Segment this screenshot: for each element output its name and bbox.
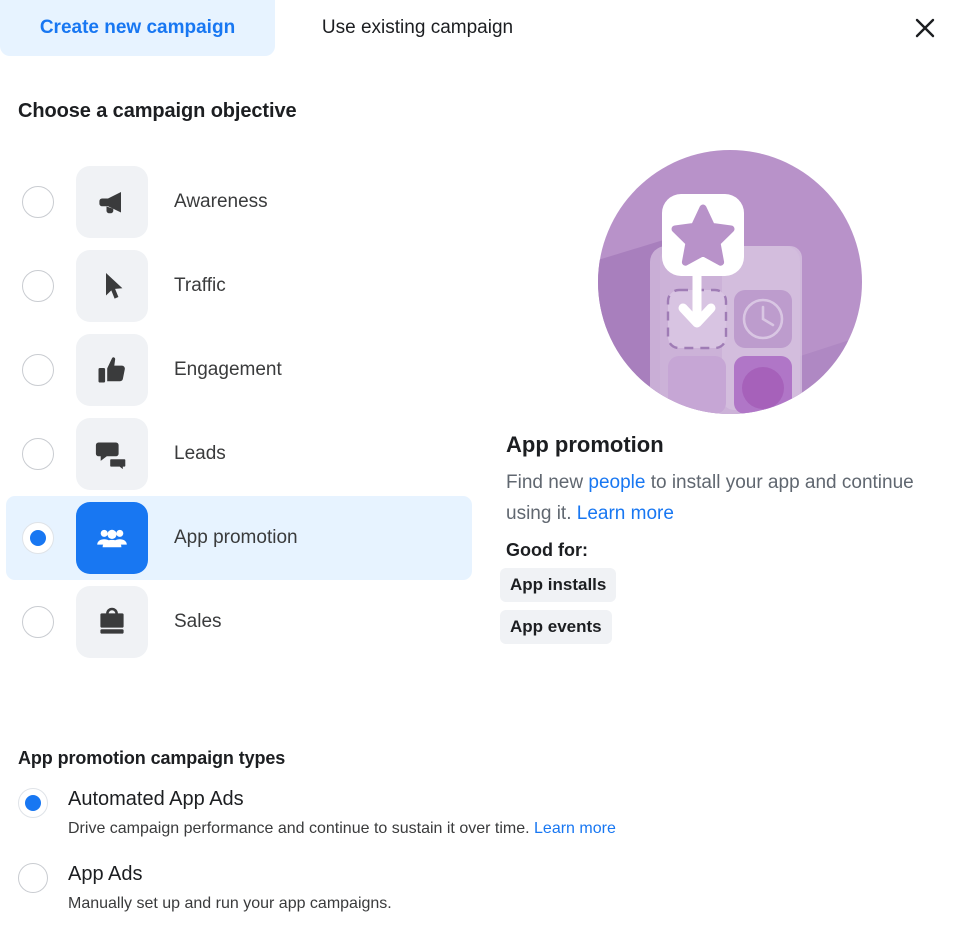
objective-row-traffic[interactable]: Traffic [6,244,472,328]
close-icon [914,17,936,39]
tab-create-new-campaign[interactable]: Create new campaign [0,0,275,56]
tab-use-existing-campaign-label: Use existing campaign [321,17,514,38]
page-title: Choose a campaign objective [18,100,297,122]
objective-row-sales[interactable]: Sales [6,580,472,664]
thumbs-up-icon [76,334,148,406]
chip-app-installs: App installs [500,568,617,602]
tab-create-new-campaign-label: Create new campaign [39,17,236,38]
automated-app-ads-learn-more-link[interactable]: Learn more [534,820,616,837]
campaign-objective-dialog: Create new campaign Use existing campaig… [0,0,960,946]
radio-automated-app-ads[interactable] [18,788,48,818]
preview-desc-text-1: Find new [506,472,589,493]
preview-description: Find new people to install your app and … [506,467,918,529]
campaign-type-row-automated-app-ads[interactable]: Automated App Ads Drive campaign perform… [18,786,818,839]
radio-awareness[interactable] [22,186,54,218]
objective-label: Awareness [174,191,268,212]
objective-preview-panel: App promotion Find new people to install… [490,150,940,652]
objective-list: Awareness Traffic Engagement Leads App p… [0,160,480,664]
good-for-label: Good for: [506,540,588,560]
learn-more-link[interactable]: Learn more [577,503,674,524]
campaign-type-text: Automated App Ads Drive campaign perform… [68,786,616,839]
campaign-type-description: Manually set up and run your app campaig… [68,895,392,912]
campaign-types-list: Automated App Ads Drive campaign perform… [18,786,818,936]
objective-label: Traffic [174,275,226,296]
tab-bar: Create new campaign Use existing campaig… [0,0,960,56]
campaign-type-name: App Ads [68,863,143,885]
campaign-type-description: Drive campaign performance and continue … [68,818,616,839]
campaign-types-heading: App promotion campaign types [18,748,286,768]
objective-label: Engagement [174,359,282,380]
objective-row-engagement[interactable]: Engagement [6,328,472,412]
objective-row-app-promotion[interactable]: App promotion [6,496,472,580]
people-group-icon [76,502,148,574]
objective-label: App promotion [174,527,298,548]
radio-engagement[interactable] [22,354,54,386]
speech-bubbles-icon [76,418,148,490]
app-promotion-illustration [598,150,862,414]
objective-label: Sales [174,611,222,632]
campaign-type-desc-text: Drive campaign performance and continue … [68,820,535,837]
radio-leads[interactable] [22,438,54,470]
radio-app-ads[interactable] [18,863,48,893]
radio-sales[interactable] [22,606,54,638]
campaign-type-text: App Ads Manually set up and run your app… [68,861,392,914]
briefcase-icon [76,586,148,658]
objective-row-awareness[interactable]: Awareness [6,160,472,244]
tab-use-existing-campaign[interactable]: Use existing campaign [275,0,560,56]
chip-app-events: App events [500,610,612,644]
campaign-type-row-app-ads[interactable]: App Ads Manually set up and run your app… [18,861,818,914]
radio-traffic[interactable] [22,270,54,302]
good-for-chips: App installs App events [500,568,940,652]
people-link[interactable]: people [588,472,645,493]
campaign-type-name: Automated App Ads [68,788,244,810]
objective-row-leads[interactable]: Leads [6,412,472,496]
objective-label: Leads [174,443,226,464]
preview-title: App promotion [506,432,664,457]
close-button[interactable] [908,11,942,45]
megaphone-icon [76,166,148,238]
cursor-arrow-icon [76,250,148,322]
radio-app-promotion[interactable] [22,522,54,554]
